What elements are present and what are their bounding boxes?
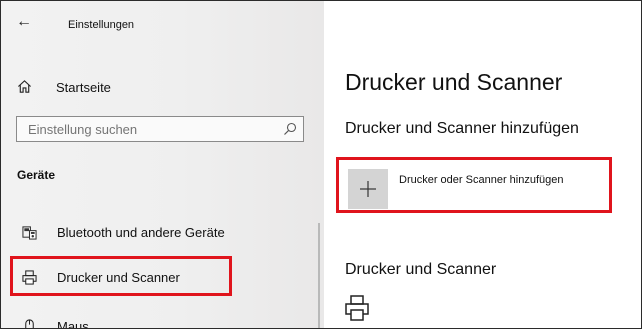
title-bar: ← Einstellungen: [1, 1, 324, 41]
printer-icon[interactable]: [345, 295, 369, 321]
sidebar-scrollbar[interactable]: [318, 223, 320, 328]
sidebar-item-bluetooth[interactable]: Bluetooth und andere Geräte: [1, 219, 324, 245]
back-arrow-icon[interactable]: ←: [16, 14, 32, 30]
home-label: Startseite: [56, 80, 111, 95]
sidebar-item-label: Bluetooth und andere Geräte: [57, 225, 225, 240]
sidebar: ← Einstellungen Startseite Geräte: [1, 1, 324, 328]
bluetooth-devices-icon: [22, 226, 37, 240]
app-title: Einstellungen: [68, 19, 135, 31]
sidebar-item-mouse[interactable]: Maus: [1, 313, 324, 329]
sidebar-section-title: Geräte: [17, 168, 56, 182]
printers-list-heading: Drucker und Scanner: [345, 261, 497, 278]
home-link[interactable]: Startseite: [1, 75, 324, 99]
home-icon: [18, 80, 31, 93]
search-icon[interactable]: [283, 122, 297, 136]
settings-search-box[interactable]: [16, 116, 304, 142]
search-input[interactable]: [26, 121, 280, 138]
settings-window: ← Einstellungen Startseite Geräte: [0, 0, 642, 329]
add-section-heading: Drucker und Scanner hinzufügen: [345, 120, 579, 137]
page-title: Drucker und Scanner: [345, 69, 563, 95]
highlight-box-add-printer: [336, 157, 612, 213]
sidebar-item-label: Maus: [57, 319, 89, 329]
main-content: Drucker und Scanner Drucker und Scanner …: [324, 1, 641, 328]
mouse-icon: [25, 319, 34, 328]
highlight-box-printers-nav: [10, 256, 232, 296]
